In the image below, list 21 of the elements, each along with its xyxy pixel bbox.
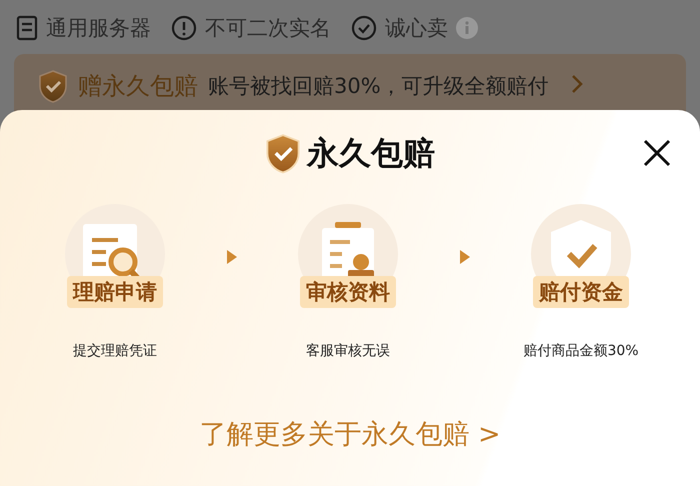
learn-more-link[interactable]: 了解更多关于永久包赔 > — [199, 416, 501, 452]
server-icon — [16, 15, 38, 41]
alert-icon — [171, 15, 197, 41]
shield-check-icon — [265, 134, 301, 174]
shield-check-icon — [38, 70, 68, 103]
step-caption: 客服审核无误 — [306, 342, 390, 360]
step-label: 理赔申请 — [67, 276, 163, 308]
step-label: 审核资料 — [300, 276, 396, 308]
feature-label: 不可二次实名 — [205, 15, 331, 42]
sheet-title: 永久包赔 — [307, 133, 435, 174]
step-arrow-icon — [226, 250, 236, 264]
feature-label: 通用服务器 — [46, 15, 151, 42]
banner-title: 赠永久包赔 — [78, 71, 198, 102]
feature-label: 诚心卖 — [385, 15, 448, 42]
step-arrow-icon — [460, 250, 470, 264]
step-label: 赔付资金 — [533, 276, 629, 308]
chevron-right-icon — [570, 74, 583, 94]
banner-text: 账号被找回赔30%，可升级全额赔付 — [208, 73, 549, 100]
check-circle-icon — [351, 15, 377, 41]
step-caption: 提交理赔凭证 — [73, 342, 157, 360]
step-caption: 赔付商品金额30% — [523, 342, 639, 360]
